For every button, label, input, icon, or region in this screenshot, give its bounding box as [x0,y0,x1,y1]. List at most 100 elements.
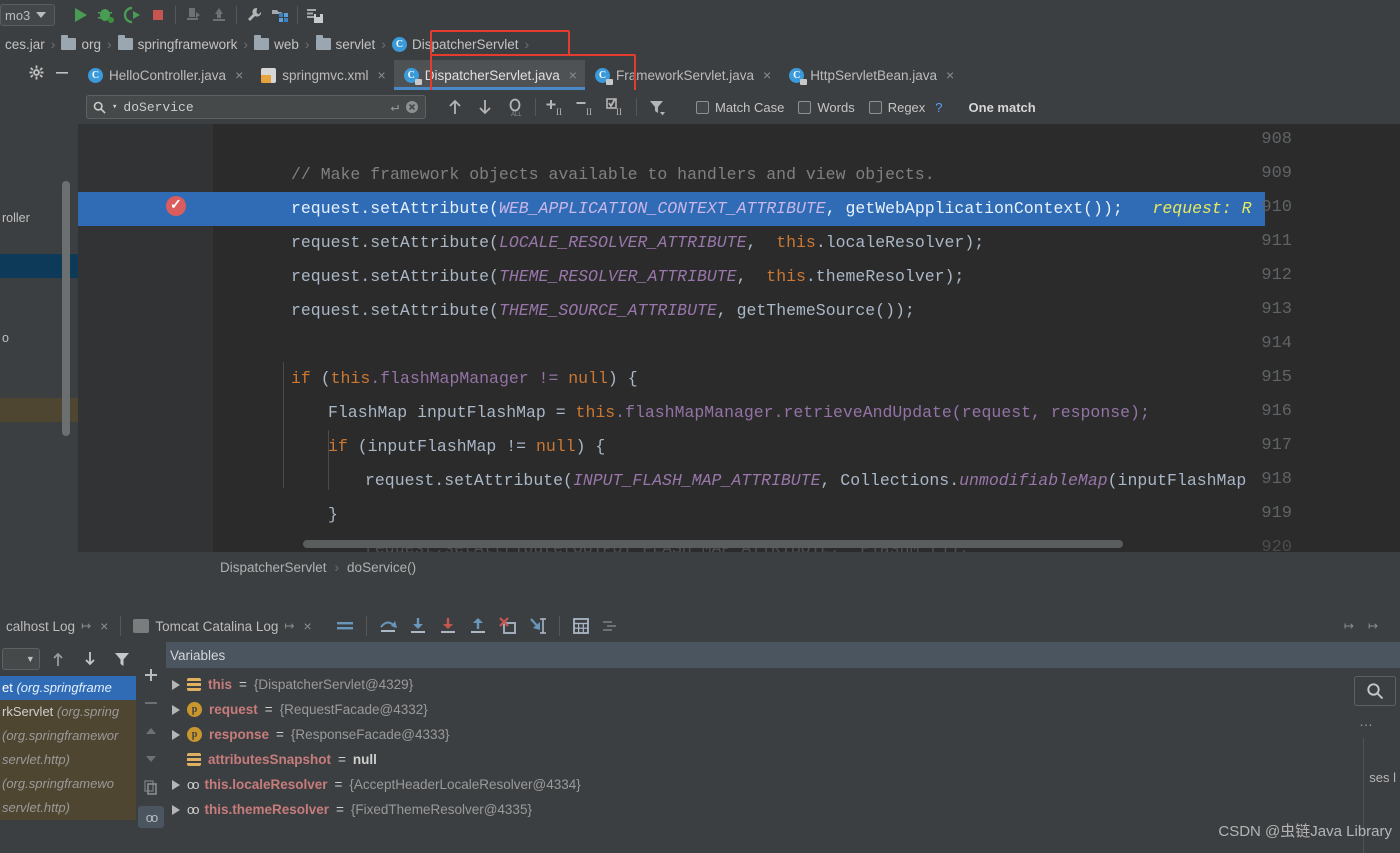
match-case-checkbox[interactable]: Match Case [696,100,784,115]
frame-row[interactable]: servlet.http) [0,796,136,820]
variables-list[interactable]: this = {DispatcherServlet@4329} p reques… [166,672,1366,822]
watches-toggle-button[interactable]: oo [138,806,164,828]
pin-icon-right-1[interactable]: ↦ [1344,619,1354,633]
pin-icon[interactable]: ↦ [284,619,294,633]
pin-icon[interactable]: ↦ [81,619,91,633]
settings-wrench-button[interactable] [241,2,267,28]
frame-row-selected[interactable]: et (org.springframe [0,676,136,700]
breadcrumb-item-org[interactable]: org [56,33,106,55]
code-editor[interactable]: 908 909 910 911 912 913 914 915 916 917 … [78,124,1400,552]
expand-triangle-icon[interactable] [172,729,180,740]
close-icon[interactable]: × [946,67,954,83]
code-text[interactable]: // Make framework objects available to h… [213,124,1400,552]
breadcrumb-class[interactable]: DispatcherServlet [220,560,327,575]
variable-row-themeresolver[interactable]: oo this.themeResolver = {FixedThemeResol… [166,797,1366,822]
deploy-button[interactable] [180,2,206,28]
breadcrumb-item-web[interactable]: web [249,33,304,55]
add-selection-button[interactable]: II [541,94,571,120]
frame-row[interactable]: (org.springframewo [0,772,136,796]
question-mark-icon[interactable]: ? [935,100,942,115]
clear-circle-icon[interactable] [405,100,419,114]
project-tree-scrollbar[interactable] [62,181,70,436]
step-into-button[interactable] [403,613,433,639]
variable-row-localeresolver[interactable]: oo this.localeResolver = {AcceptHeaderLo… [166,772,1366,797]
close-icon[interactable]: × [763,67,771,83]
close-icon[interactable]: × [100,618,108,634]
frames-down-button[interactable] [76,646,104,672]
close-icon[interactable]: × [569,67,577,83]
run-coverage-button[interactable] [119,2,145,28]
expand-triangle-icon[interactable] [172,804,180,815]
move-up-button[interactable] [140,722,162,740]
tab-springmvc-xml[interactable]: springmvc.xml × [251,60,393,90]
tab-httpservletbean[interactable]: C HttpServletBean.java × [779,60,962,90]
move-down-button[interactable] [140,750,162,768]
stop-button[interactable] [145,2,171,28]
tab-dispatcherservlet[interactable]: C DispatcherServlet.java × [393,60,586,90]
search-value[interactable]: doService [123,100,384,115]
force-step-into-button[interactable] [433,613,463,639]
tree-row[interactable] [0,110,78,134]
frames-up-button[interactable] [44,646,72,672]
enter-arrow-icon[interactable]: ↵ [391,99,399,116]
more-options-button[interactable]: … [1352,710,1380,732]
frame-row[interactable]: rkServlet (org.spring [0,700,136,724]
show-execution-point-button[interactable] [330,613,360,639]
tree-row[interactable] [0,86,78,110]
checkbox-box[interactable] [696,100,709,114]
checkbox-box[interactable] [868,100,882,114]
editor-gutter[interactable] [78,124,213,552]
step-out-button[interactable] [463,613,493,639]
project-tree[interactable]: roller o [0,86,78,610]
frame-row[interactable]: servlet.http) [0,748,136,772]
regex-checkbox[interactable]: Regex [868,100,925,115]
project-structure-button[interactable] [267,2,293,28]
find-previous-button[interactable] [440,94,470,120]
variable-row-response[interactable]: p response = {ResponseFacade@4333} [166,722,1366,747]
filter-button[interactable] [642,94,672,120]
tab-hellocontroller[interactable]: C HelloController.java × [78,60,251,90]
variable-row-this[interactable]: this = {DispatcherServlet@4329} [166,672,1366,697]
close-icon[interactable]: × [235,67,243,83]
run-button[interactable] [67,2,93,28]
breadcrumb-item-jar[interactable]: ces.jar [0,33,50,55]
close-icon[interactable]: × [303,618,311,634]
search-input[interactable]: ▾ doService ↵ [86,95,426,119]
run-configuration-selector[interactable]: mo3 [0,4,56,26]
close-icon[interactable]: × [378,67,386,83]
remove-watch-button[interactable] [140,694,162,712]
variable-row-attributessnapshot[interactable]: attributesSnapshot = null [166,747,1366,772]
copy-value-button[interactable] [140,778,162,796]
expand-triangle-icon[interactable] [172,779,180,790]
variable-row-request[interactable]: p request = {RequestFacade@4332} [166,697,1366,722]
breadcrumb-method[interactable]: doService() [347,560,416,575]
frame-row[interactable]: (org.springframewor [0,724,136,748]
tab-tomcat-catalina-log[interactable]: Tomcat Catalina Log ↦ × [127,611,317,641]
drop-frame-button[interactable] [493,613,523,639]
thread-selector[interactable]: ▼ [2,648,40,670]
mute-breakpoints-button[interactable] [596,613,626,639]
undeploy-button[interactable] [206,2,232,28]
add-watch-button[interactable] [140,666,162,684]
evaluate-expression-button[interactable] [566,613,596,639]
save-all-button[interactable] [302,2,328,28]
editor-horizontal-scrollbar[interactable] [303,540,1123,548]
select-all-matches-button[interactable]: II [601,94,631,120]
search-dropdown-icon[interactable]: ▾ [112,102,117,112]
search-button[interactable] [1354,676,1396,706]
words-checkbox[interactable]: Words [798,100,855,115]
tab-frameworkservlet[interactable]: C FrameworkServlet.java × [585,60,779,90]
find-next-button[interactable] [470,94,500,120]
expand-triangle-icon[interactable] [172,679,180,690]
select-all-occurrences-button[interactable]: ALL [500,94,530,120]
debug-button[interactable] [93,2,119,28]
tree-row[interactable] [0,134,78,158]
frames-filter-button[interactable] [108,646,136,672]
checkbox-box[interactable] [798,100,812,114]
minimize-icon[interactable] [54,65,70,80]
expand-triangle-icon[interactable] [172,704,180,715]
pin-icon-right-2[interactable]: ↦ [1368,619,1378,633]
breadcrumb-item-dispatcherservlet[interactable]: C DispatcherServlet [387,33,524,55]
gear-icon[interactable] [29,64,44,80]
breadcrumb-item-servlet[interactable]: servlet [311,33,381,55]
